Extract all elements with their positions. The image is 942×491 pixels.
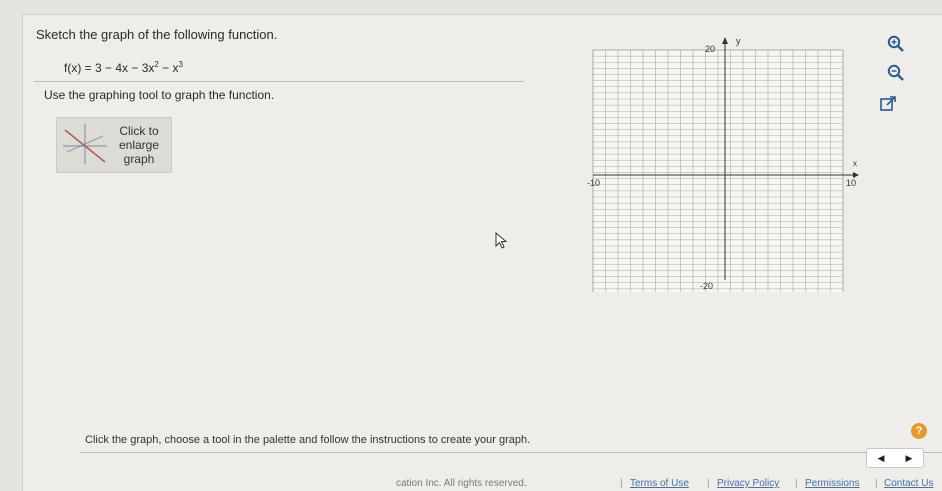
footer-divider: [80, 452, 942, 453]
y-min-label: -20: [700, 281, 713, 291]
function-formula: f(x) = 3 − 4x − 3x2 − x3: [64, 60, 183, 75]
graph-thumbnail-icon: [63, 124, 107, 164]
next-button[interactable]: ▶: [895, 449, 923, 467]
terms-link[interactable]: Terms of Use: [630, 478, 689, 489]
zoom-out-icon[interactable]: [884, 62, 908, 84]
x-max-label: 10: [846, 178, 856, 188]
question-nav: ◀ ▶: [866, 448, 924, 468]
formula-exponent-2: 3: [178, 60, 183, 69]
permissions-link[interactable]: Permissions: [805, 478, 859, 489]
enlarge-line-2: enlarge: [118, 138, 160, 152]
question-title: Sketch the graph of the following functi…: [36, 27, 278, 42]
section-divider: [34, 81, 524, 82]
formula-part-1: f(x) = 3 − 4x − 3x: [64, 61, 155, 75]
separator: |: [875, 478, 878, 489]
copyright-text: cation Inc. All rights reserved.: [396, 478, 527, 489]
separator: |: [795, 478, 798, 489]
previous-button[interactable]: ◀: [867, 449, 895, 467]
y-max-label: 20: [705, 44, 715, 54]
x-min-label: -10: [587, 178, 600, 188]
separator: |: [707, 478, 710, 489]
x-axis-label: x: [853, 159, 857, 168]
contact-link[interactable]: Contact Us: [884, 478, 933, 489]
separator: |: [620, 478, 623, 489]
y-axis-label: y: [736, 36, 741, 46]
bottom-bar: cation Inc. All rights reserved. | Terms…: [0, 476, 942, 490]
footer-instruction: Click the graph, choose a tool in the pa…: [85, 434, 531, 446]
graph-canvas[interactable]: y x 20 -20 -10 10: [585, 32, 865, 292]
help-button[interactable]: ?: [911, 423, 927, 439]
instruction-text: Use the graphing tool to graph the funct…: [44, 88, 275, 102]
enlarge-line-1: Click to: [119, 124, 159, 138]
y-axis-arrow-icon: [722, 37, 728, 44]
enlarge-line-3: graph: [123, 152, 155, 166]
formula-part-2: − x: [158, 61, 179, 75]
mouse-pointer-icon: [495, 232, 508, 249]
zoom-in-icon[interactable]: [884, 33, 908, 55]
graph-grid: [592, 49, 844, 292]
enlarge-label: Click to enlarge graph: [109, 124, 169, 166]
privacy-link[interactable]: Privacy Policy: [717, 478, 779, 489]
enlarge-graph-button[interactable]: Click to enlarge graph: [56, 117, 172, 173]
popout-icon[interactable]: [876, 93, 900, 115]
